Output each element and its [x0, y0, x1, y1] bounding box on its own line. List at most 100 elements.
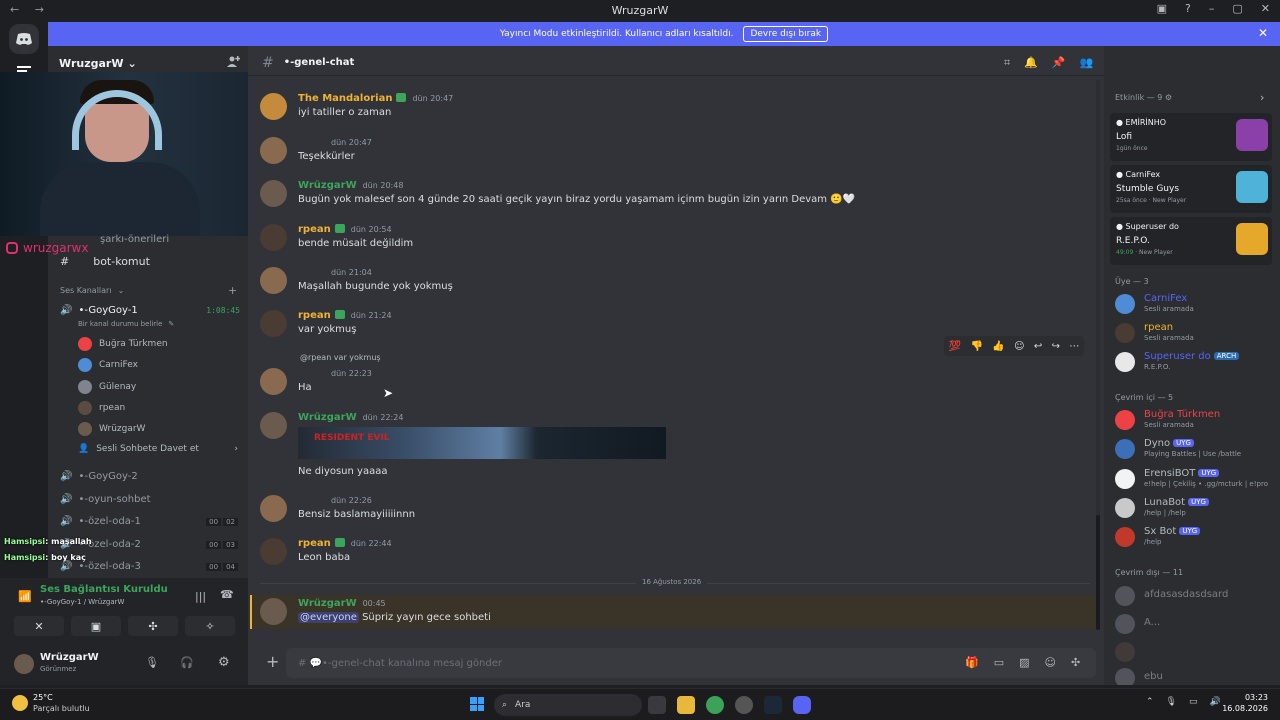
- voice-category-header[interactable]: Ses Kanalları ⌄ +: [60, 284, 237, 297]
- help-icon[interactable]: ?: [1185, 2, 1191, 15]
- person-add-icon[interactable]: [227, 55, 241, 71]
- member-item[interactable]: LunaBot UYG/help | /help: [1115, 495, 1275, 521]
- activities-button[interactable]: ✣: [128, 616, 178, 636]
- voice-channel-goygoy1[interactable]: 🔊 •-GoyGoy-1 1:08:45: [60, 305, 240, 316]
- voice-channel-path[interactable]: •-GoyGoy-1 / WrüzgarW: [40, 598, 124, 606]
- inbox-icon[interactable]: ▣: [1157, 2, 1167, 15]
- disconnect-icon[interactable]: ☎: [220, 588, 234, 601]
- member-item[interactable]: ebu: [1115, 665, 1275, 685]
- member-item[interactable]: [1115, 639, 1275, 665]
- mic-icon[interactable]: 🎙: [145, 656, 159, 669]
- steam-icon[interactable]: [764, 696, 782, 714]
- avatar: [260, 310, 287, 337]
- camera-off-button[interactable]: ✕: [14, 616, 64, 636]
- clock-time[interactable]: 03:23: [1222, 693, 1268, 702]
- mouse-cursor: ➤: [383, 386, 394, 400]
- soundboard-button[interactable]: ✧: [185, 616, 235, 636]
- member-item[interactable]: A...: [1115, 611, 1275, 637]
- activity-card[interactable]: ● Superuser do R.E.P.O. 49:09 · New Play…: [1110, 217, 1272, 265]
- maximize-button[interactable]: ▢: [1232, 2, 1242, 15]
- screen-share-button[interactable]: ▣: [71, 616, 121, 636]
- plus-icon[interactable]: +: [266, 652, 279, 671]
- message-text: Maşallah bugunde yok yokmuş: [298, 281, 453, 292]
- minimize-button[interactable]: –: [1209, 2, 1215, 15]
- avatar: [78, 380, 92, 394]
- obs-icon[interactable]: [735, 696, 753, 714]
- task-view-icon[interactable]: [648, 696, 666, 714]
- avatar: [260, 495, 287, 522]
- voice-user[interactable]: Gülenay: [78, 380, 136, 394]
- chevron-right-icon: ›: [234, 444, 238, 454]
- member-item[interactable]: ErensiBOT UYG e!help | Çekiliş • .gg/mctur…: [1115, 466, 1275, 492]
- voice-channel-goygoy2[interactable]: 🔊 •-GoyGoy-2: [60, 471, 138, 482]
- avatar[interactable]: [14, 654, 34, 674]
- member-item[interactable]: Dyno UYG Playing Battles | Use /battle: [1115, 436, 1275, 462]
- voice-channel-oyun[interactable]: 🔊 •-oyun-sohbet: [60, 494, 151, 505]
- pin-icon[interactable]: 📌: [1052, 56, 1066, 70]
- windows-start-icon[interactable]: [470, 697, 484, 711]
- member-item[interactable]: Sx Bot UYG/help: [1115, 524, 1275, 550]
- sticker-icon[interactable]: ▨: [1019, 656, 1029, 669]
- headphones-icon[interactable]: 🎧: [180, 656, 194, 669]
- channel-status[interactable]: Bir kanal durumu belirle ✎: [78, 320, 174, 328]
- gift-icon[interactable]: 🎁: [965, 656, 979, 669]
- forward-icon[interactable]: ↪: [1052, 341, 1060, 352]
- member-item[interactable]: Buğra Türkmen Sesli aramada: [1115, 407, 1275, 433]
- voice-channel-oda1[interactable]: 🔊 •-özel-oda-1 00 02: [60, 516, 238, 527]
- reply-icon[interactable]: ↩: [1034, 341, 1042, 352]
- thumbs-up-icon[interactable]: 👍: [992, 341, 1004, 352]
- discord-taskbar-icon[interactable]: [793, 696, 811, 714]
- speaker-lock-icon: 🔊: [60, 516, 73, 527]
- clock-date[interactable]: 16.08.2026: [1222, 704, 1268, 713]
- emoji-icon[interactable]: ☺: [1045, 656, 1056, 669]
- banner-close-icon[interactable]: ✕: [1258, 26, 1268, 40]
- chrome-icon[interactable]: [706, 696, 724, 714]
- chevron-right-icon[interactable]: ›: [1260, 91, 1264, 104]
- apps-icon[interactable]: ✣: [1071, 656, 1080, 669]
- member-item[interactable]: CarniFex Sesli aramada: [1115, 291, 1275, 317]
- scrollbar-thumb[interactable]: [1096, 515, 1100, 630]
- voice-user[interactable]: CarniFex: [78, 358, 138, 372]
- threads-icon[interactable]: ⌗: [1004, 56, 1010, 70]
- taskbar-search[interactable]: ⌕ Ara: [494, 694, 642, 716]
- plus-icon[interactable]: +: [228, 284, 237, 297]
- more-icon[interactable]: ⋯: [1069, 341, 1079, 352]
- soundboard-icon[interactable]: |||: [195, 590, 206, 603]
- member-item[interactable]: Superuser do ARCH R.E.P.O.: [1115, 349, 1275, 375]
- chevron-up-icon[interactable]: ⌃: [1146, 697, 1154, 707]
- add-reaction-icon[interactable]: ☺: [1014, 341, 1024, 352]
- discord-home-icon[interactable]: [9, 24, 39, 54]
- message-input[interactable]: # 💬•-genel-chat kanalına mesaj gönder: [298, 658, 502, 669]
- voice-user[interactable]: WrüzgarW: [78, 422, 145, 436]
- close-button[interactable]: ✕: [1261, 2, 1270, 15]
- message-text: Ne diyosun yaaaa: [298, 466, 388, 477]
- author-name: WrüzgarW dün 22:24: [298, 412, 404, 423]
- image-attachment[interactable]: RESIDENT EVIL: [298, 427, 666, 459]
- thumbs-down-icon[interactable]: 👎: [970, 341, 982, 352]
- settings-gear-icon[interactable]: ⚙: [218, 655, 230, 670]
- voice-user[interactable]: rpean: [78, 401, 125, 415]
- voice-channel-oda3[interactable]: 🔊 •-özel-oda-3 00 04: [60, 561, 238, 572]
- mic-icon[interactable]: 🎙: [1166, 697, 1177, 707]
- member-item[interactable]: afdasasdasdsard: [1115, 583, 1275, 609]
- mention[interactable]: @everyone: [298, 612, 359, 623]
- avatar: [260, 267, 287, 294]
- members-icon[interactable]: 👥: [1080, 56, 1094, 70]
- activity-card[interactable]: ● CarniFex Stumble Guys 25sa önce · New …: [1110, 165, 1272, 213]
- channel-sarki[interactable]: şarkı-önerileri: [100, 234, 169, 245]
- channel-bot[interactable]: # bot-komut: [60, 255, 150, 268]
- disable-streamer-button[interactable]: Devre dışı bırak: [743, 26, 829, 42]
- gif-icon[interactable]: ▭: [994, 656, 1004, 669]
- bell-icon[interactable]: 🔔: [1024, 56, 1038, 70]
- activity-card[interactable]: ● EMİRİNHO Lofi 1gün önce: [1110, 113, 1272, 161]
- voice-user[interactable]: Buğra Türkmen: [78, 337, 168, 351]
- invite-to-voice[interactable]: 👤 Sesli Sohbete Davet et ›: [78, 444, 238, 454]
- nav-arrows[interactable]: ← →: [10, 3, 50, 16]
- volume-icon[interactable]: 🔊: [1210, 697, 1221, 707]
- member-item[interactable]: rpean Sesli aramada: [1115, 320, 1275, 346]
- hundred-icon[interactable]: 💯: [949, 341, 961, 352]
- network-icon[interactable]: ▭: [1189, 697, 1198, 707]
- file-explorer-icon[interactable]: [677, 696, 695, 714]
- author-name: The Mandalorian dün 20:47: [298, 93, 454, 104]
- reply-preview[interactable]: @rpean var yokmuş: [300, 353, 381, 362]
